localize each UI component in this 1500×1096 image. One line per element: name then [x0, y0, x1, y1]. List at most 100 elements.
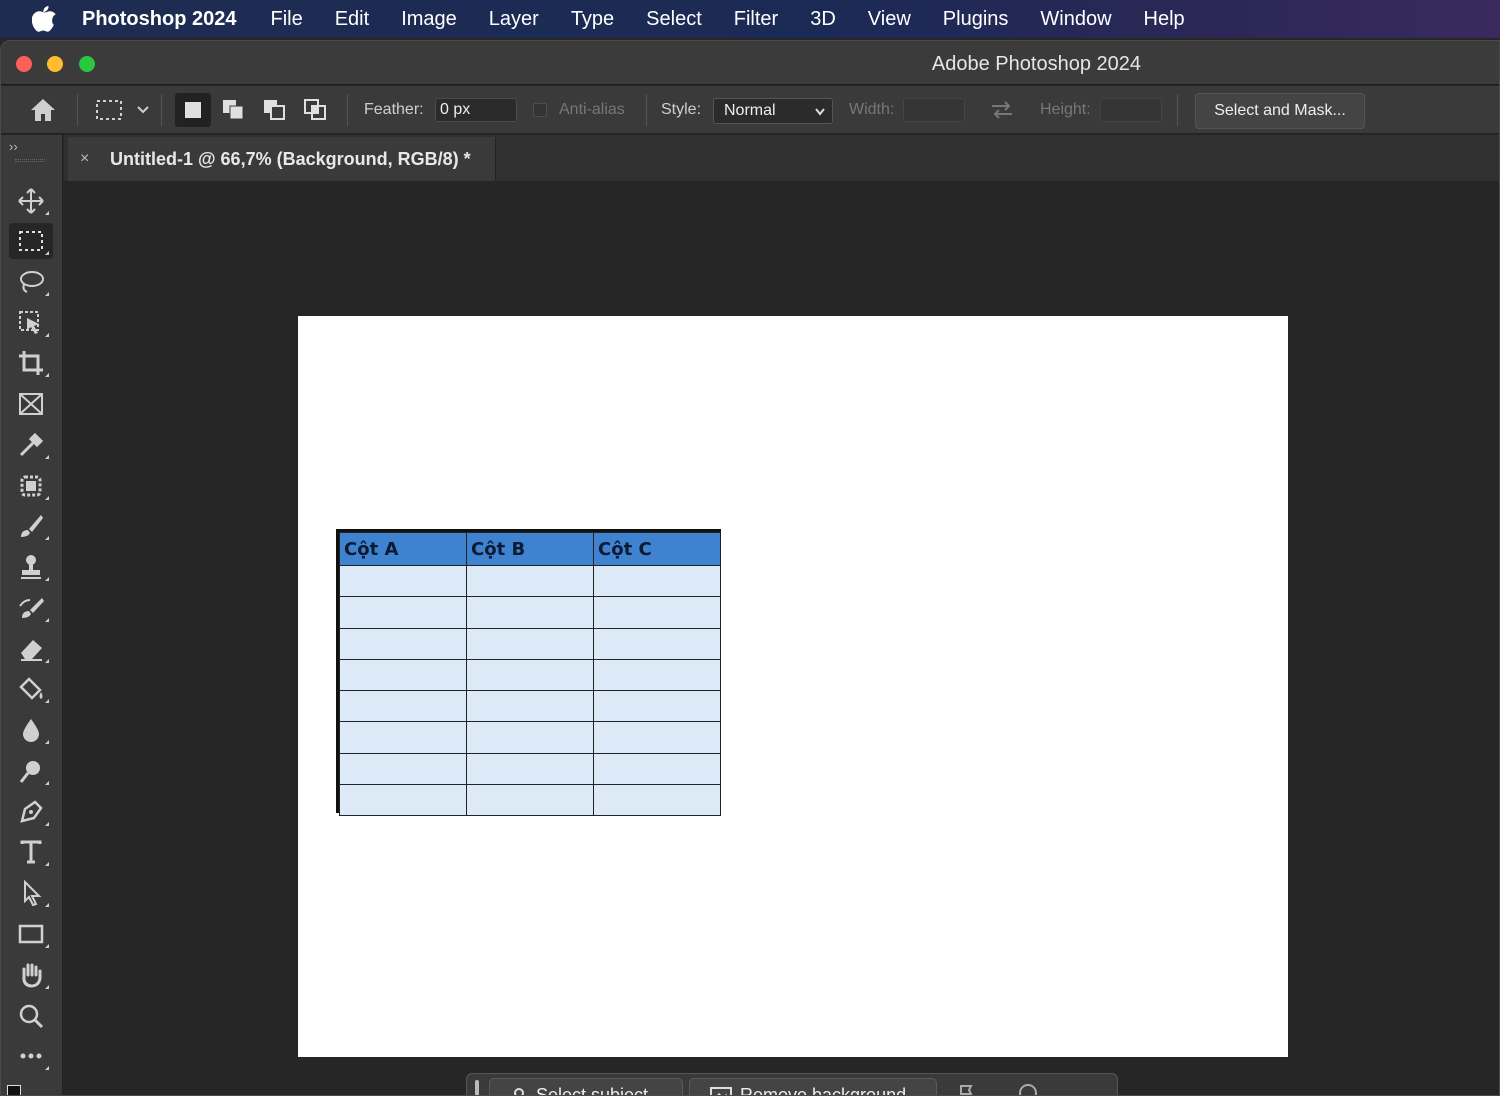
new-selection-button[interactable]: [175, 93, 211, 127]
table-cell: [593, 658, 721, 692]
table-row: [339, 627, 721, 660]
select-subject-label: Select subject: [536, 1084, 649, 1096]
swap-dimensions-button[interactable]: [989, 86, 1015, 134]
task-bar-drag-handle[interactable]: [475, 1080, 479, 1095]
panel-grip[interactable]: [15, 159, 45, 162]
path-selection-tool[interactable]: [9, 875, 53, 911]
table-cell: [466, 596, 594, 629]
pasted-spreadsheet-image: Cột A Cột B Cột C: [336, 529, 721, 817]
zoom-tool[interactable]: [9, 998, 53, 1034]
subtract-selection-button[interactable]: [257, 93, 293, 127]
collapse-panel-button[interactable]: ››: [9, 139, 18, 154]
clone-stamp-icon: [21, 555, 41, 579]
feather-input[interactable]: 0 px: [435, 98, 517, 122]
tool-preset-picker[interactable]: [95, 86, 151, 134]
menu-plugins[interactable]: Plugins: [943, 8, 1009, 31]
separator: [646, 94, 647, 126]
menu-layer[interactable]: Layer: [489, 8, 539, 31]
photoshop-window: Adobe Photoshop 2024 Feather: 0 px Anti-…: [0, 40, 1500, 1096]
style-select[interactable]: Normal: [713, 98, 833, 124]
add-to-selection-button[interactable]: [216, 93, 252, 127]
select-subject-button[interactable]: Select subject: [489, 1078, 683, 1096]
table-cell: [339, 784, 467, 817]
frame-tool[interactable]: [9, 386, 53, 422]
menu-file[interactable]: File: [270, 8, 302, 31]
tool-group-indicator: [45, 985, 49, 989]
select-and-mask-button[interactable]: Select and Mask...: [1195, 93, 1365, 129]
tool-group-indicator: [45, 292, 49, 296]
settings-icon[interactable]: [957, 1082, 979, 1096]
height-input[interactable]: [1100, 98, 1162, 122]
crop-tool[interactable]: [9, 345, 53, 381]
table-cell: [339, 658, 467, 692]
menu-3d[interactable]: 3D: [810, 8, 836, 31]
clone-stamp-tool[interactable]: [9, 549, 53, 585]
rectangle-tool[interactable]: [9, 916, 53, 952]
brush-icon: [21, 515, 43, 537]
menu-type[interactable]: Type: [571, 8, 614, 31]
brush-tool[interactable]: [9, 508, 53, 544]
add-selection-icon: [223, 100, 244, 120]
menu-window[interactable]: Window: [1040, 8, 1111, 31]
intersect-selection-button[interactable]: [298, 93, 334, 127]
spot-healing-tool[interactable]: [9, 468, 53, 504]
eyedropper-tool[interactable]: [9, 427, 53, 463]
menu-select[interactable]: Select: [646, 8, 702, 31]
swap-icon: [992, 101, 1012, 119]
eraser-icon: [21, 640, 42, 661]
anti-alias-checkbox[interactable]: [533, 103, 547, 117]
tool-group-indicator: [45, 496, 49, 500]
table-cell: [593, 721, 721, 754]
width-input[interactable]: [903, 98, 965, 122]
table-cell: [593, 627, 721, 660]
type-tool[interactable]: [9, 834, 53, 870]
table-cell: [339, 752, 467, 786]
edit-toolbar-button[interactable]: [9, 1038, 53, 1074]
tool-group-indicator: [45, 944, 49, 948]
remove-background-button[interactable]: Remove background: [689, 1078, 937, 1096]
home-button[interactable]: [29, 86, 57, 134]
close-tab-icon[interactable]: ×: [80, 150, 96, 168]
move-tool[interactable]: [9, 183, 53, 219]
lasso-tool[interactable]: [9, 264, 53, 300]
apple-icon[interactable]: [28, 0, 60, 38]
hand-icon: [22, 963, 42, 988]
tool-group-indicator: [45, 781, 49, 785]
eraser-tool[interactable]: [9, 631, 53, 667]
object-selection-tool[interactable]: [9, 305, 53, 341]
pen-tool[interactable]: [9, 794, 53, 830]
tool-group-indicator: [45, 373, 49, 377]
menu-filter[interactable]: Filter: [734, 8, 778, 31]
app-name-menu[interactable]: Photoshop 2024: [82, 8, 236, 31]
menu-edit[interactable]: Edit: [335, 8, 369, 31]
zoom-icon: [19, 1004, 44, 1029]
dodge-tool[interactable]: [9, 753, 53, 789]
history-brush-tool[interactable]: [9, 590, 53, 626]
subtract-selection-icon: [264, 100, 285, 120]
remove-background-label: Remove background: [740, 1084, 907, 1096]
anti-alias-label: Anti-alias: [559, 101, 625, 118]
table-cell: [466, 690, 594, 723]
rectangular-marquee-icon: [96, 100, 122, 120]
style-select-value: Normal: [724, 102, 776, 119]
chevron-down-icon: [137, 106, 149, 114]
document-canvas[interactable]: Cột A Cột B Cột C: [298, 316, 1288, 1057]
blur-icon: [23, 719, 39, 742]
paint-bucket-tool[interactable]: [9, 671, 53, 707]
document-tab[interactable]: × Untitled-1 @ 66,7% (Background, RGB/8)…: [68, 137, 496, 181]
select-subject-icon: [514, 1088, 524, 1095]
pen-icon: [20, 800, 43, 823]
foreground-color-swatch[interactable]: [7, 1085, 21, 1095]
blur-tool[interactable]: [9, 712, 53, 748]
table-cell: [593, 596, 721, 629]
hand-tool[interactable]: [9, 957, 53, 993]
contextual-task-bar: Select subject Remove background: [466, 1073, 1118, 1096]
rectangular-marquee-tool[interactable]: [9, 223, 53, 259]
options-bar: Feather: 0 px Anti-alias Style: Normal W…: [1, 86, 1499, 134]
tool-group-indicator: [45, 862, 49, 866]
menu-view[interactable]: View: [868, 8, 911, 31]
menu-image[interactable]: Image: [401, 8, 457, 31]
type-icon: [20, 840, 42, 864]
more-options-icon[interactable]: [1017, 1082, 1039, 1096]
menu-help[interactable]: Help: [1144, 8, 1185, 31]
